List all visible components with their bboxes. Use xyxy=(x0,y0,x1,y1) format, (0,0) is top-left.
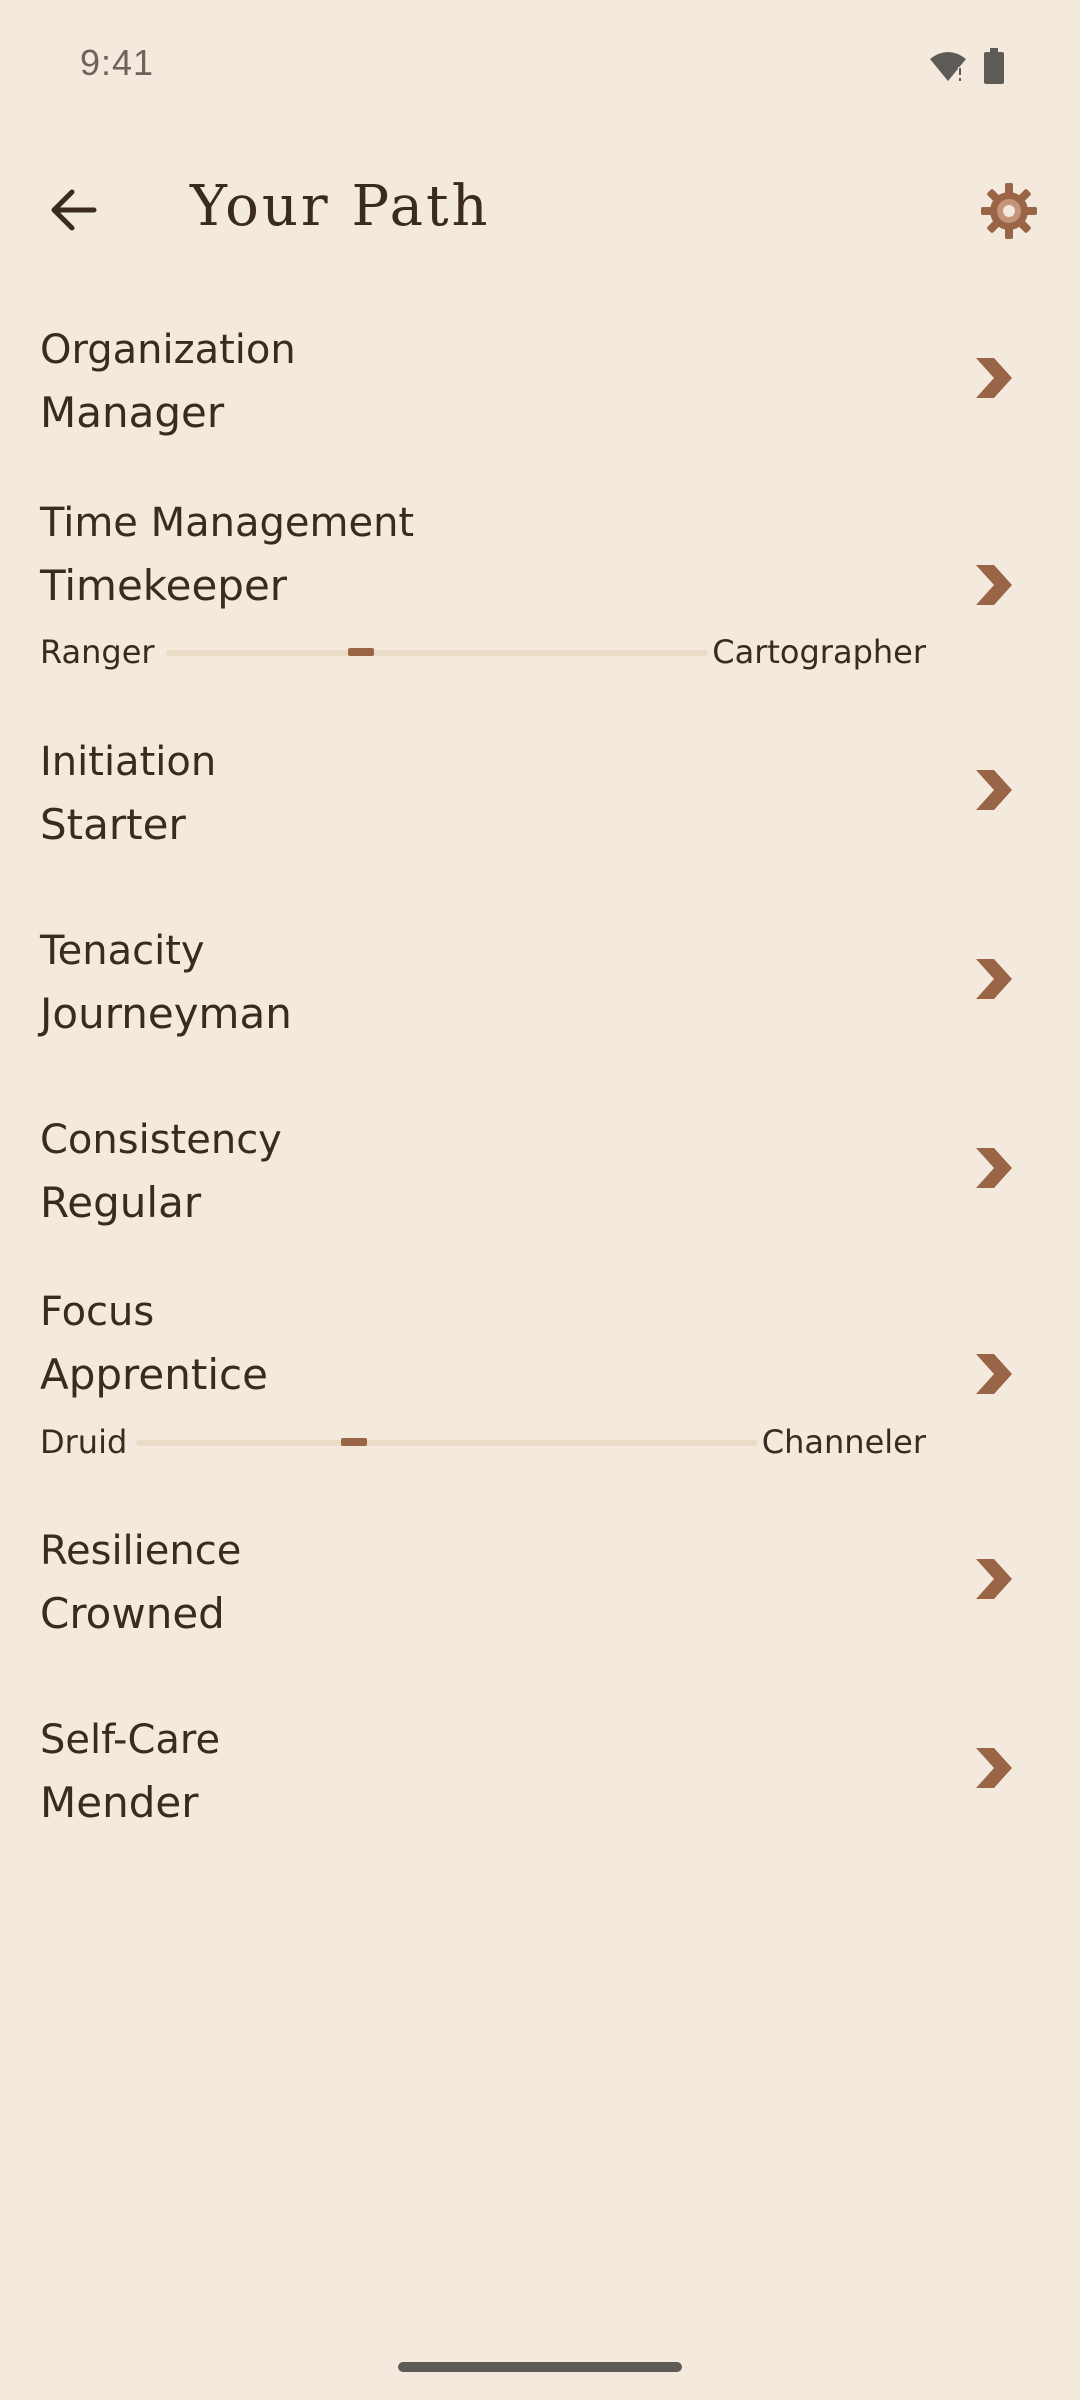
page-title: Your Path xyxy=(190,174,491,239)
row-rank: Starter xyxy=(40,800,186,849)
home-indicator[interactable] xyxy=(398,2362,682,2372)
progress-marker xyxy=(341,1438,367,1446)
row-rank: Mender xyxy=(40,1778,199,1827)
row-category: Self-Care xyxy=(40,1717,221,1763)
wifi-alert-icon xyxy=(928,49,968,87)
path-row-focus[interactable]: Focus Apprentice Druid Channeler xyxy=(0,1272,1080,1472)
row-rank: Manager xyxy=(40,388,225,437)
row-category: Time Management xyxy=(40,500,415,546)
row-category: Tenacity xyxy=(40,928,205,974)
settings-button[interactable] xyxy=(974,178,1044,248)
chevron-right-icon xyxy=(976,1559,1012,1599)
chevron-right-icon xyxy=(976,1748,1012,1788)
path-row-consistency[interactable]: Consistency Regular xyxy=(0,1100,1080,1250)
path-row-time-management[interactable]: Time Management Timekeeper Ranger Cartog… xyxy=(0,483,1080,683)
row-rank: Apprentice xyxy=(40,1350,268,1399)
status-bar: 9:41 xyxy=(0,0,1080,130)
chevron-right-icon xyxy=(976,1148,1012,1188)
progress-start-label: Ranger xyxy=(40,633,155,671)
row-category: Initiation xyxy=(40,739,217,785)
back-button[interactable] xyxy=(38,176,110,248)
path-row-resilience[interactable]: Resilience Crowned xyxy=(0,1511,1080,1661)
status-icons xyxy=(928,48,1004,88)
row-rank: Crowned xyxy=(40,1589,225,1638)
path-row-self-care[interactable]: Self-Care Mender xyxy=(0,1700,1080,1850)
progress-end-label: Channeler xyxy=(761,1423,926,1461)
gear-icon xyxy=(980,182,1038,244)
row-category: Resilience xyxy=(40,1528,242,1574)
chevron-right-icon xyxy=(976,565,1012,605)
progress-line: Ranger Cartographer xyxy=(40,632,926,672)
row-category: Organization xyxy=(40,327,296,373)
status-time: 9:41 xyxy=(80,42,155,83)
progress-marker xyxy=(348,648,374,656)
chevron-right-icon xyxy=(976,1354,1012,1394)
chevron-right-icon xyxy=(976,959,1012,999)
progress-line: Druid Channeler xyxy=(40,1422,926,1462)
progress-start-label: Druid xyxy=(40,1423,128,1461)
row-rank: Regular xyxy=(40,1178,202,1227)
progress-track xyxy=(136,1438,758,1446)
path-row-tenacity[interactable]: Tenacity Journeyman xyxy=(0,911,1080,1061)
arrow-left-icon xyxy=(50,188,98,236)
row-category: Focus xyxy=(40,1289,155,1335)
path-row-initiation[interactable]: Initiation Starter xyxy=(0,722,1080,872)
row-rank: Timekeeper xyxy=(40,561,288,610)
chevron-right-icon xyxy=(976,358,1012,398)
app-bar: Your Path xyxy=(0,150,1080,270)
row-category: Consistency xyxy=(40,1117,282,1163)
progress-track xyxy=(166,648,708,656)
progress-end-label: Cartographer xyxy=(712,633,926,671)
path-row-organization[interactable]: Organization Manager xyxy=(0,310,1080,460)
chevron-right-icon xyxy=(976,770,1012,810)
row-rank: Journeyman xyxy=(40,989,292,1038)
battery-icon xyxy=(984,48,1004,88)
